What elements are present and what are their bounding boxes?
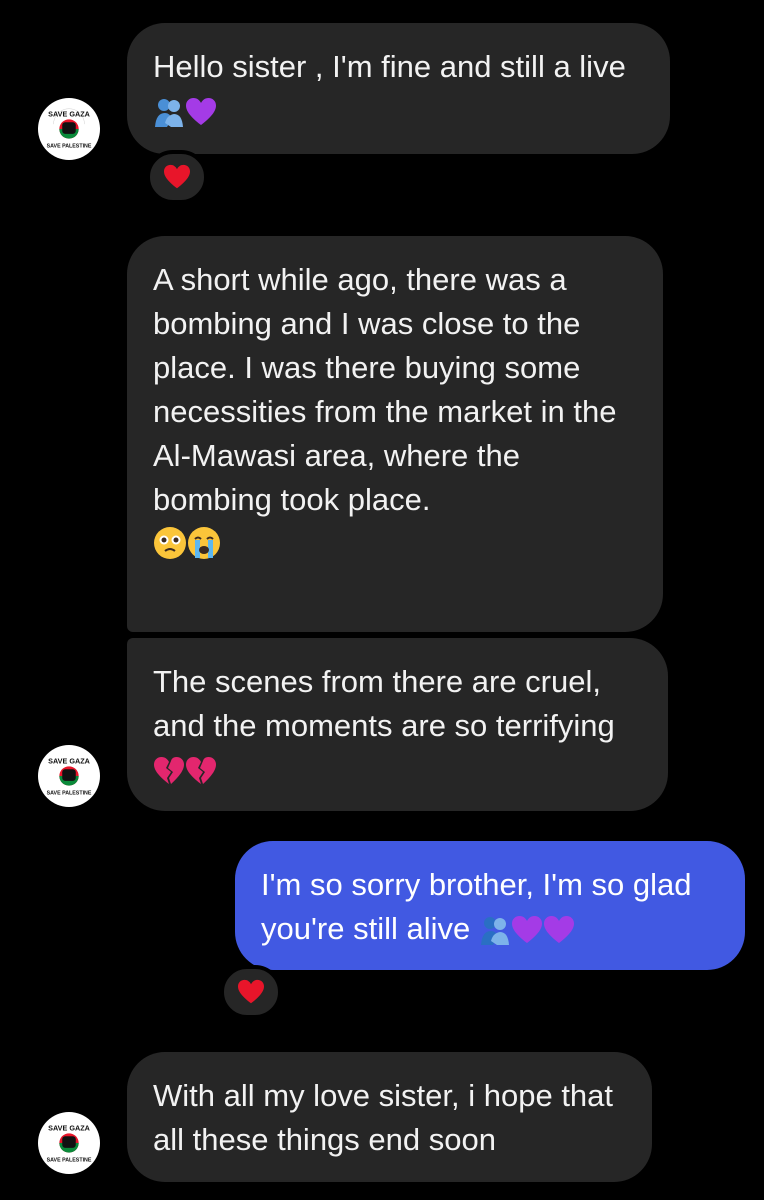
avatar-bottom-text: SAVE PALESTINE [47,1157,92,1163]
message-bubble[interactable]: Hello sister , I'm fine and still a live [127,23,670,154]
avatar-top-text: SAVE GAZA [48,756,91,765]
avatar-bottom-text: SAVE PALESTINE [47,143,92,149]
message-bubble-outgoing[interactable]: I'm so sorry brother, I'm so glad you're… [235,841,745,970]
purple-heart-icon [543,915,575,945]
save-gaza-logo-icon: SAVE GAZA SAVE PALESTINE [41,101,97,157]
save-gaza-logo-icon: SAVE GAZA SAVE PALESTINE [41,1115,97,1171]
purple-heart-icon [185,97,217,127]
purple-heart-icon [511,915,543,945]
save-gaza-logo-icon: SAVE GAZA SAVE PALESTINE [41,748,97,804]
face-holding-back-tears-icon [153,526,187,560]
loudly-crying-face-icon [187,526,221,560]
red-heart-icon [238,979,264,1004]
contact-avatar[interactable]: SAVE GAZA SAVE PALESTINE [38,1112,100,1174]
avatar-bottom-text: SAVE PALESTINE [47,790,92,796]
avatar-top-text: SAVE GAZA [48,109,91,118]
avatar-top-text: SAVE GAZA [48,1123,91,1132]
chat-thread: SAVE GAZA SAVE PALESTINE Hello sister , … [0,0,764,1200]
people-hugging-icon [153,97,185,127]
contact-avatar[interactable]: SAVE GAZA SAVE PALESTINE [38,98,100,160]
message-reaction[interactable] [146,150,208,204]
broken-heart-icon [185,756,217,786]
message-bubble[interactable]: A short while ago, there was a bombing a… [127,236,663,632]
message-text: Hello sister , I'm fine and still a live [153,49,626,84]
message-text: The scenes from there are cruel, and the… [153,664,615,743]
message-text: A short while ago, there was a bombing a… [153,262,617,517]
message-text: I'm so sorry brother, I'm so glad you're… [261,867,692,946]
broken-heart-icon [153,756,185,786]
message-bubble[interactable]: With all my love sister, i hope that all… [127,1052,652,1182]
message-reaction[interactable] [220,965,282,1019]
red-heart-icon [164,164,190,189]
contact-avatar[interactable]: SAVE GAZA SAVE PALESTINE [38,745,100,807]
message-text: With all my love sister, i hope that all… [153,1078,614,1157]
message-bubble[interactable]: The scenes from there are cruel, and the… [127,638,668,811]
people-hugging-icon [479,915,511,945]
